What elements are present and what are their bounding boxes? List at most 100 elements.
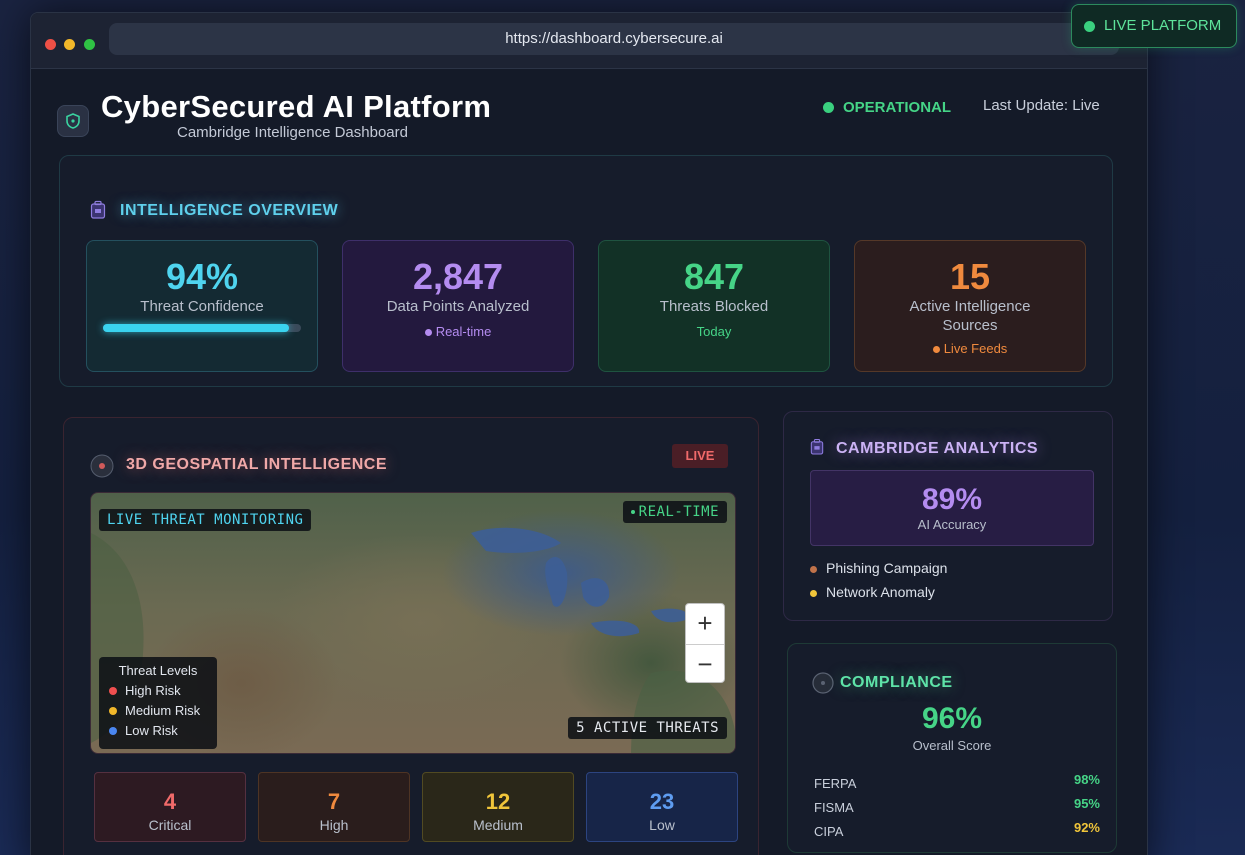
dot-icon [424, 329, 432, 337]
live-platform-badge[interactable]: LIVE PLATFORM [1071, 4, 1237, 48]
metric-label: Data Points Analyzed [386, 298, 530, 315]
metric-sub: Real-time [343, 324, 573, 339]
dot-icon [630, 510, 635, 514]
browser-window: https://dashboard.cybersecure.ai CyberSe… [30, 12, 1148, 855]
intelligence-overview-panel: INTELLIGENCE OVERVIEW 94% Threat Confide… [59, 155, 1113, 387]
legend-title: Threat Levels [118, 663, 198, 678]
shield-icon [57, 105, 89, 137]
blue-dot-icon [109, 727, 117, 735]
threat-legend: Threat Levels High Risk Medium Risk Low … [99, 657, 217, 749]
status-dot-icon [823, 102, 834, 113]
compliance-value: 98% [1073, 772, 1100, 787]
cambridge-analytics-panel: CAMBRIDGE ANALYTICS 89% AI Accuracy Phis… [783, 411, 1113, 621]
metric-label: Active Intelligence Sources [909, 298, 1031, 334]
yellow-dot-icon [810, 590, 817, 597]
threats-blocked-card: 847 Threats Blocked Today [598, 240, 830, 372]
geospatial-panel: 3D GEOSPATIAL INTELLIGENCE LIVE LIVE THR… [63, 417, 759, 855]
status-text: OPERATIONAL [843, 99, 952, 116]
zoom-out-button[interactable]: − [686, 644, 724, 684]
alert-item-network[interactable]: Network Anomaly [810, 584, 935, 600]
close-window-button[interactable] [45, 39, 56, 50]
legend-label: High Risk [125, 683, 181, 698]
metric-value: 847 [683, 256, 745, 297]
legend-label: Low Risk [125, 723, 178, 738]
realtime-label: REAL-TIME [622, 501, 727, 523]
count-value: 23 [649, 789, 675, 814]
briefcase-icon [90, 200, 106, 225]
target-icon [90, 454, 114, 483]
compliance-panel: COMPLIANCE 96% Overall Score FERPA 98% F… [787, 643, 1117, 853]
compliance-row-fisma: FISMA 95% [814, 796, 1100, 815]
low-count-card[interactable]: 23 Low [586, 772, 738, 842]
status-indicator: OPERATIONAL [823, 99, 951, 116]
compliance-score-label: Overall Score [912, 738, 992, 753]
intelligence-sources-card: 15 Active Intelligence Sources Live Feed… [854, 240, 1086, 372]
active-threats-label: 5 ACTIVE THREATS [568, 717, 727, 739]
compliance-row-ferpa: FERPA 98% [814, 772, 1100, 791]
dot-icon [932, 346, 940, 354]
metric-sub: Today [696, 324, 732, 339]
metric-sub-text: Real-time [435, 324, 492, 339]
zoom-in-button[interactable]: + [686, 604, 724, 644]
geospatial-title: 3D GEOSPATIAL INTELLIGENCE [126, 456, 388, 473]
url-bar[interactable]: https://dashboard.cybersecure.ai [109, 23, 1119, 55]
compliance-value: 95% [1073, 796, 1100, 811]
ai-accuracy-card: 89% AI Accuracy [810, 470, 1094, 546]
orange-dot-icon [810, 566, 817, 573]
compliance-row-cipa: CIPA 92% [814, 820, 1100, 839]
browser-titlebar: https://dashboard.cybersecure.ai [31, 13, 1147, 69]
status-dot-icon [1084, 21, 1095, 32]
high-count-card[interactable]: 7 High [258, 772, 410, 842]
realtime-text: REAL-TIME [638, 504, 719, 520]
metric-sub: Live Feeds [855, 341, 1085, 356]
briefcase-icon [810, 438, 824, 461]
legend-item-medium: Medium Risk [109, 701, 207, 721]
count-label: Low [649, 817, 675, 833]
count-value: 4 [163, 789, 177, 814]
critical-count-card[interactable]: 4 Critical [94, 772, 246, 842]
accuracy-label: AI Accuracy [917, 517, 987, 532]
threat-confidence-progress [103, 324, 301, 332]
alert-label: Phishing Campaign [826, 560, 948, 576]
metric-value: 94% [165, 256, 239, 297]
legend-item-high: High Risk [109, 681, 207, 701]
count-value: 7 [327, 789, 341, 814]
live-badge: LIVE [672, 444, 728, 468]
metric-value: 2,847 [412, 256, 504, 297]
metric-label: Threat Confidence [140, 298, 264, 315]
count-value: 12 [485, 789, 511, 814]
live-monitoring-label: LIVE THREAT MONITORING [99, 509, 312, 531]
minimize-window-button[interactable] [64, 39, 75, 50]
legend-label: Medium Risk [125, 703, 201, 718]
compliance-name: CIPA [814, 824, 844, 839]
app-title: CyberSecured AI Platform [101, 89, 492, 124]
accuracy-value: 89% [921, 483, 983, 516]
live-platform-label: LIVE PLATFORM [1104, 17, 1222, 34]
last-update: Last Update: Live [983, 97, 1100, 114]
threat-confidence-card: 94% Threat Confidence [86, 240, 318, 372]
threat-map[interactable]: LIVE THREAT MONITORING REAL-TIME + − Thr… [90, 492, 736, 754]
overview-title: INTELLIGENCE OVERVIEW [120, 202, 339, 219]
circle-icon [812, 672, 834, 699]
metric-value: 15 [949, 256, 991, 297]
alert-item-phishing[interactable]: Phishing Campaign [810, 560, 947, 576]
red-dot-icon [109, 687, 117, 695]
data-points-card: 2,847 Data Points Analyzed Real-time [342, 240, 574, 372]
app-subtitle: Cambridge Intelligence Dashboard [177, 124, 408, 141]
compliance-value: 92% [1073, 820, 1100, 835]
maximize-window-button[interactable] [84, 39, 95, 50]
medium-count-card[interactable]: 12 Medium [422, 772, 574, 842]
analytics-title: CAMBRIDGE ANALYTICS [836, 440, 1039, 457]
count-label: Medium [473, 817, 523, 833]
count-label: Critical [148, 817, 192, 833]
legend-item-low: Low Risk [109, 721, 207, 741]
compliance-name: FISMA [814, 800, 854, 815]
yellow-dot-icon [109, 707, 117, 715]
compliance-score: 96% [921, 702, 983, 735]
metric-sub-text: Live Feeds [943, 341, 1008, 356]
alert-label: Network Anomaly [826, 584, 935, 600]
metric-label: Threats Blocked [659, 298, 769, 315]
progress-fill [103, 324, 290, 332]
zoom-controls: + − [685, 603, 725, 683]
count-label: High [319, 817, 349, 833]
